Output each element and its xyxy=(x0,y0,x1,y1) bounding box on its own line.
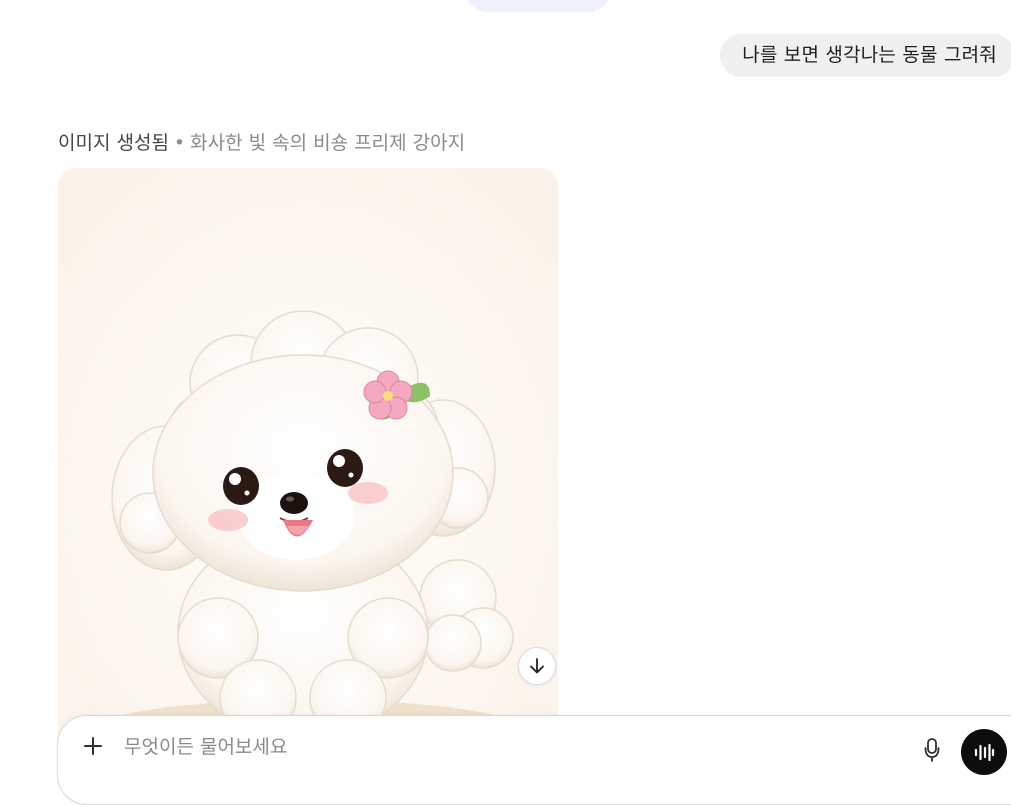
composer-bar xyxy=(57,715,1011,805)
generated-image[interactable] xyxy=(58,168,558,768)
plus-icon xyxy=(84,737,102,755)
image-title: 화사한 빛 속의 비숑 프리제 강아지 xyxy=(190,132,466,154)
label-separator: • xyxy=(173,132,186,154)
previous-message-pill xyxy=(466,0,610,12)
download-image-button[interactable] xyxy=(518,647,556,685)
prompt-input[interactable] xyxy=(124,732,824,762)
bichon-puppy-illustration xyxy=(58,168,558,768)
image-generated-label: 이미지 생성됨 • 화사한 빛 속의 비숑 프리제 강아지 xyxy=(58,129,465,157)
user-message-text: 나를 보면 생각나는 동물 그려줘 xyxy=(742,44,997,66)
voice-mode-button[interactable] xyxy=(961,729,1007,775)
mic-icon xyxy=(924,738,940,762)
user-message-bubble: 나를 보면 생각나는 동물 그려줘 xyxy=(720,34,1011,77)
dictation-button[interactable] xyxy=(920,736,944,766)
image-status-label: 이미지 생성됨 xyxy=(58,132,169,154)
voice-mode-icon xyxy=(974,743,995,762)
arrow-down-icon xyxy=(530,658,544,674)
attach-button[interactable] xyxy=(80,734,106,760)
